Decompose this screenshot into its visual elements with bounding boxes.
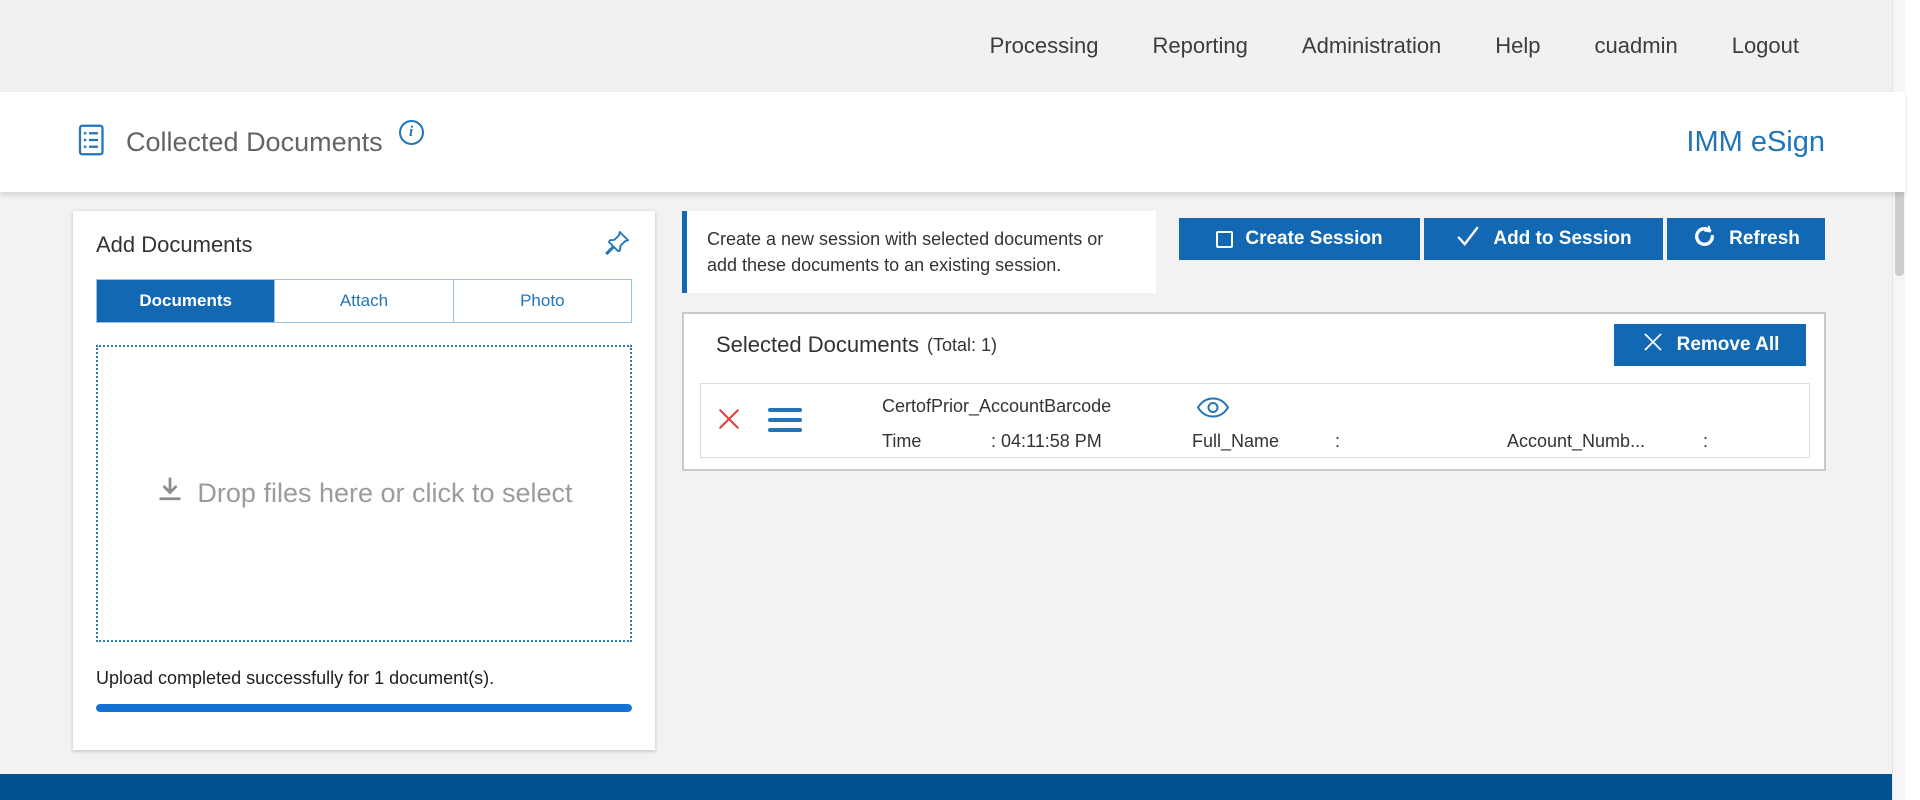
document-name: CertofPrior_AccountBarcode <box>882 396 1111 417</box>
tab-documents[interactable]: Documents <box>97 280 275 322</box>
content-area: Add Documents Documents Attach Photo <box>0 192 1905 774</box>
upload-progress-bar <box>96 704 632 712</box>
upload-progress-fill <box>96 704 632 712</box>
add-documents-tabs: Documents Attach Photo <box>96 279 632 323</box>
footer-bar <box>0 774 1905 800</box>
upload-status-text: Upload completed successfully for 1 docu… <box>96 668 632 689</box>
selected-documents-title: Selected Documents <box>716 332 919 358</box>
dropzone-label: Drop files here or click to select <box>197 478 572 509</box>
account-number-value: : <box>1703 431 1708 452</box>
page-header: Collected Documents i IMM eSign <box>0 92 1905 192</box>
add-documents-card: Add Documents Documents Attach Photo <box>73 211 655 750</box>
create-session-icon <box>1216 231 1233 248</box>
nav-user-cuadmin[interactable]: cuadmin <box>1595 33 1678 59</box>
add-documents-title: Add Documents <box>96 232 253 258</box>
document-row: CertofPrior_AccountBarcode Time : 04:11:… <box>700 383 1810 458</box>
selected-documents-panel: Selected Documents (Total: 1) Remove All <box>682 312 1826 471</box>
refresh-button[interactable]: Refresh <box>1667 218 1825 260</box>
tab-attach[interactable]: Attach <box>275 280 453 322</box>
remove-all-button[interactable]: Remove All <box>1614 324 1806 366</box>
add-to-session-button[interactable]: Add to Session <box>1424 218 1663 260</box>
file-dropzone[interactable]: Drop files here or click to select <box>96 345 632 642</box>
full-name-label: Full_Name <box>1192 431 1279 452</box>
preview-eye-icon[interactable] <box>1196 395 1230 425</box>
checkmark-icon <box>1455 223 1481 255</box>
full-name-value: : <box>1335 431 1340 452</box>
collected-documents-icon <box>74 122 110 163</box>
header-left: Collected Documents i <box>74 122 424 163</box>
info-icon[interactable]: i <box>399 120 424 145</box>
top-nav: Processing Reporting Administration Help… <box>0 0 1905 92</box>
selected-documents-header: Selected Documents (Total: 1) Remove All <box>684 314 1824 367</box>
page: Processing Reporting Administration Help… <box>0 0 1920 800</box>
account-number-label: Account_Numb... <box>1507 431 1645 452</box>
nav-help[interactable]: Help <box>1495 33 1540 59</box>
remove-all-label: Remove All <box>1677 334 1780 356</box>
time-label: Time <box>882 431 921 452</box>
remove-document-icon[interactable] <box>715 405 743 438</box>
selected-documents-total: (Total: 1) <box>927 335 997 356</box>
add-documents-header: Add Documents <box>96 211 632 279</box>
page-title: Collected Documents <box>126 127 383 158</box>
tab-photo[interactable]: Photo <box>454 280 631 322</box>
add-to-session-label: Add to Session <box>1493 228 1631 250</box>
session-actions: Create Session Add to Session Refresh <box>1179 218 1825 260</box>
nav-reporting[interactable]: Reporting <box>1153 33 1248 59</box>
create-session-label: Create Session <box>1245 228 1382 250</box>
refresh-label: Refresh <box>1729 228 1800 250</box>
brand-logo: IMM eSign <box>1686 126 1825 159</box>
nav-processing[interactable]: Processing <box>990 33 1099 59</box>
session-note: Create a new session with selected docum… <box>682 211 1156 293</box>
pin-icon[interactable] <box>602 228 632 263</box>
nav-administration[interactable]: Administration <box>1302 33 1441 59</box>
nav-logout[interactable]: Logout <box>1732 33 1799 59</box>
remove-all-x-icon <box>1641 330 1665 360</box>
time-value: : 04:11:58 PM <box>991 431 1102 452</box>
drag-handle-icon[interactable] <box>768 408 802 432</box>
refresh-icon <box>1692 224 1717 255</box>
create-session-button[interactable]: Create Session <box>1179 218 1420 260</box>
download-icon <box>155 475 185 512</box>
